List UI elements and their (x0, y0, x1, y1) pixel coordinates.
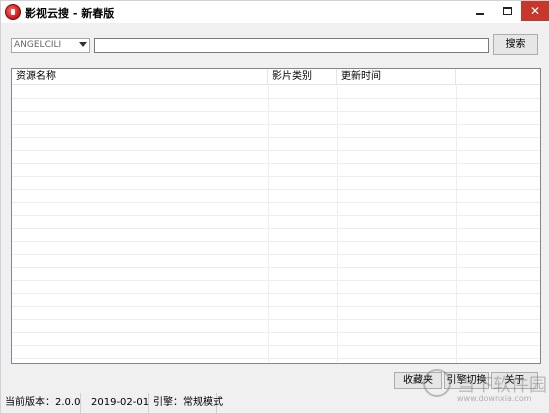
engine-select-value: ANGELCILI (14, 40, 62, 50)
status-engine-mode: 引擎：常规模式 (149, 393, 223, 413)
list-rows (12, 86, 540, 363)
minimize-button[interactable] (466, 1, 494, 21)
status-version: 当前版本：2.0.0 (1, 393, 81, 413)
close-icon: ✕ (529, 4, 541, 18)
maximize-icon (503, 7, 512, 15)
column-divider (456, 86, 457, 363)
search-input[interactable] (94, 38, 489, 53)
maximize-button[interactable] (494, 1, 521, 21)
status-bar: 当前版本：2.0.0 2019-02-01 引擎：常规模式 (1, 393, 549, 413)
app-window: 影视云搜 - 新春版 ✕ ANGELCILI 搜索 资源名称 影片类别 更新时间… (0, 0, 550, 414)
engine-switch-button[interactable]: 引擎切换 (444, 372, 489, 389)
column-header-name[interactable]: 资源名称 (12, 69, 268, 85)
column-header-filler (456, 69, 540, 85)
app-logo-icon (5, 4, 21, 20)
close-button[interactable]: ✕ (521, 1, 549, 21)
list-header: 资源名称 影片类别 更新时间 (12, 69, 540, 85)
status-date: 2019-02-01 (87, 393, 149, 413)
column-header-category[interactable]: 影片类别 (268, 69, 337, 85)
chevron-down-icon (79, 42, 87, 47)
results-list[interactable]: 资源名称 影片类别 更新时间 (11, 68, 541, 364)
about-button[interactable]: 关于 (491, 372, 538, 389)
search-button[interactable]: 搜索 (493, 34, 538, 55)
engine-select[interactable]: ANGELCILI (11, 38, 90, 53)
favorites-button[interactable]: 收藏夹 (394, 372, 442, 389)
column-header-updated[interactable]: 更新时间 (337, 69, 456, 85)
window-title: 影视云搜 - 新春版 (25, 7, 115, 20)
minimize-icon (476, 13, 484, 15)
column-divider (268, 86, 269, 363)
title-bar[interactable]: 影视云搜 - 新春版 ✕ (1, 1, 549, 23)
column-divider (337, 86, 338, 363)
